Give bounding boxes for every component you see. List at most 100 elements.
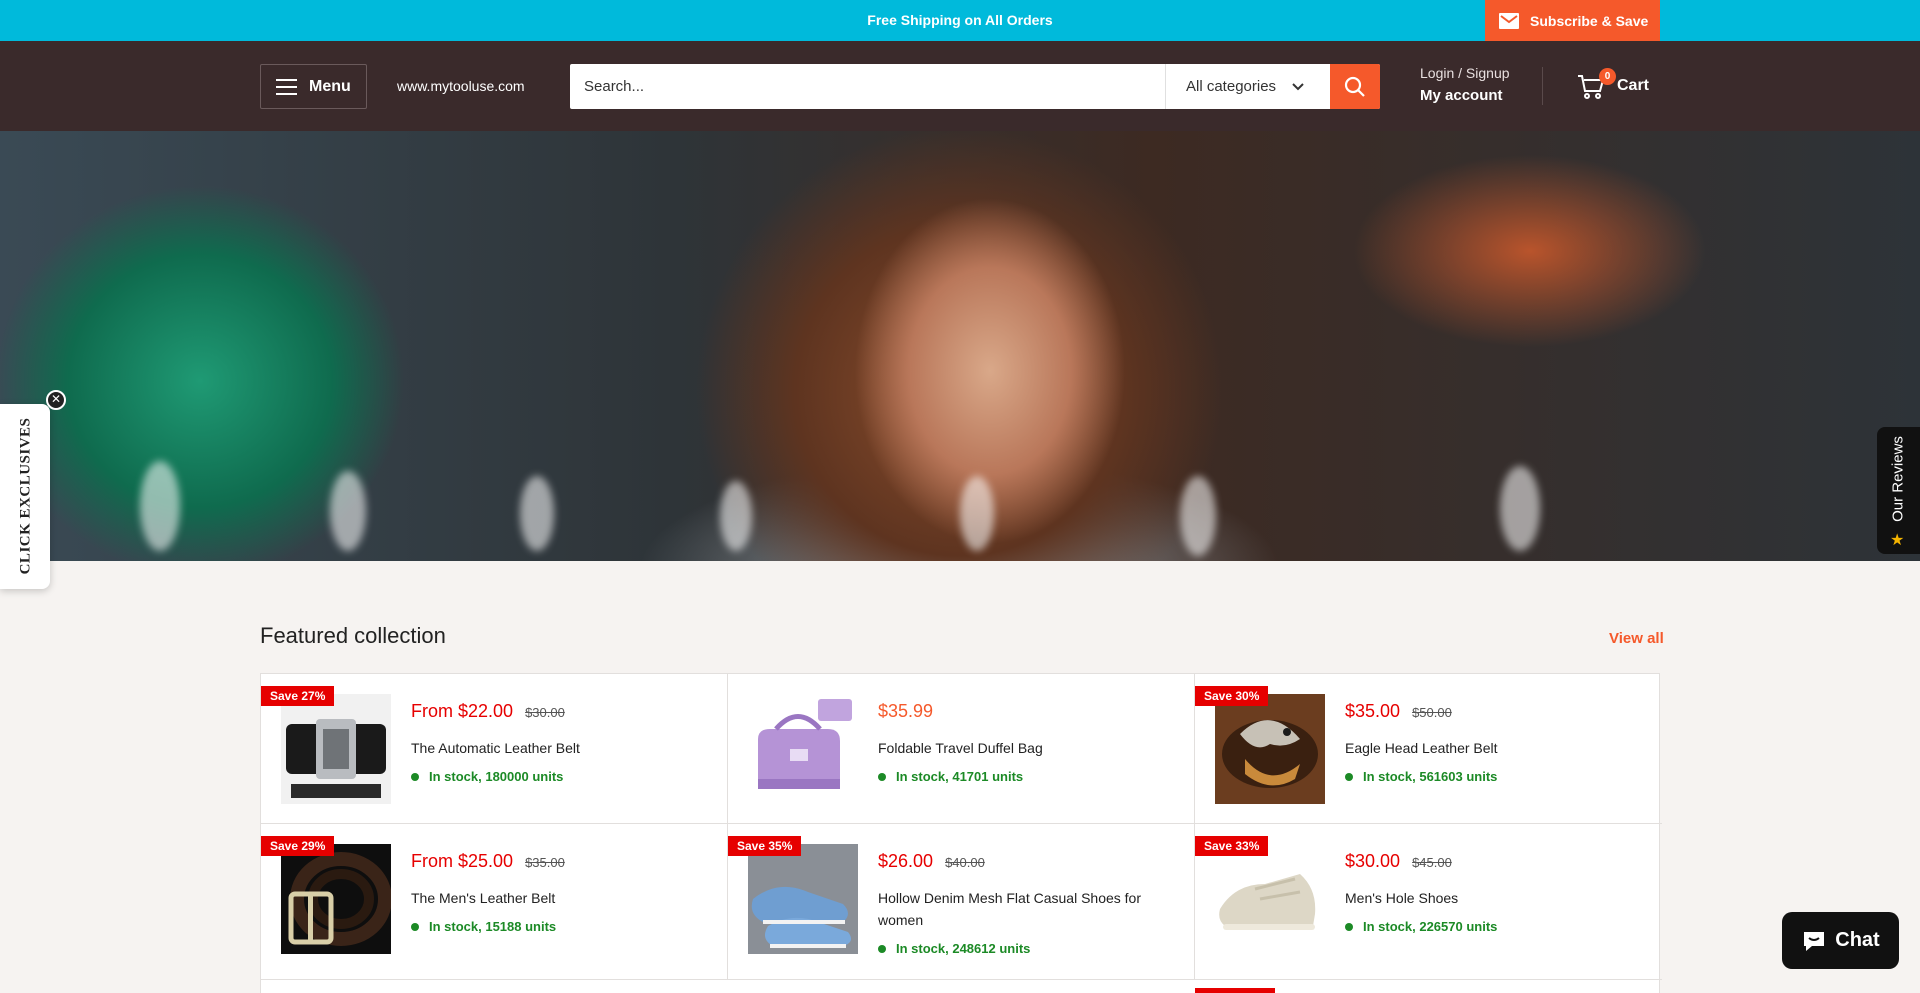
- save-badge: Save 27%: [261, 686, 335, 706]
- site-logo-text[interactable]: www.mytooluse.com: [397, 41, 525, 131]
- stock-text: In stock, 226570 units: [1363, 919, 1498, 934]
- star-icon: ★: [1890, 532, 1905, 549]
- hole-shoes-image[interactable]: [1215, 844, 1325, 954]
- product-card[interactable]: $35.99 Foldable Travel Duffel Bag In sto…: [728, 674, 1195, 824]
- compare-price: $40.00: [945, 855, 985, 870]
- subscribe-button[interactable]: Subscribe & Save: [1485, 0, 1660, 41]
- stock-status: In stock, 226570 units: [1345, 919, 1497, 934]
- chat-label: Chat: [1835, 929, 1880, 951]
- product-card[interactable]: Save 35% $26.00 $40.00 Hollow Denim Mesh…: [728, 824, 1195, 980]
- search-input[interactable]: [570, 64, 1165, 109]
- our-reviews-label: Our Reviews: [1889, 436, 1907, 522]
- my-account-label: My account: [1420, 87, 1503, 104]
- stock-dot-icon: [411, 922, 419, 931]
- product-name[interactable]: The Automatic Leather Belt: [411, 737, 711, 759]
- product-name[interactable]: Eagle Head Leather Belt: [1345, 737, 1645, 759]
- stock-status: In stock, 15188 units: [411, 919, 556, 934]
- sale-price: From $22.00: [411, 701, 514, 721]
- stock-text: In stock, 180000 units: [429, 769, 564, 784]
- product-card[interactable]: Save 29% From $25.00 $35.00 The Men's Le…: [261, 824, 728, 980]
- product-name[interactable]: The Men's Leather Belt: [411, 887, 711, 909]
- stock-dot-icon: [411, 772, 419, 781]
- price-row: $30.00 $45.00: [1345, 851, 1452, 872]
- product-name[interactable]: Hollow Denim Mesh Flat Casual Shoes for …: [878, 887, 1178, 931]
- sale-price: $26.00: [878, 851, 934, 871]
- stock-status: In stock, 248612 units: [878, 941, 1030, 956]
- chevron-down-icon: [1292, 82, 1304, 90]
- stock-text: In stock, 41701 units: [896, 769, 1024, 784]
- save-badge: Save 33%: [1195, 836, 1269, 856]
- search-button[interactable]: [1330, 64, 1380, 109]
- duffel-bag-image[interactable]: [748, 694, 858, 804]
- header-divider: [1542, 67, 1543, 105]
- stock-text: In stock, 248612 units: [896, 941, 1031, 956]
- menu-button[interactable]: Menu: [260, 64, 367, 109]
- hero-banner-image[interactable]: [0, 131, 1920, 561]
- chat-bubble-icon: [1804, 931, 1825, 951]
- account-link[interactable]: Login / Signup My account: [1420, 65, 1510, 104]
- search-icon: [1344, 76, 1365, 97]
- price-row: $35.99: [878, 701, 933, 722]
- hero-bokeh: [140, 461, 180, 551]
- mail-icon: [1499, 12, 1519, 29]
- save-badge: Save 29%: [261, 836, 335, 856]
- price-row: From $22.00 $30.00: [411, 701, 565, 722]
- stock-dot-icon: [878, 772, 886, 781]
- sale-price: $30.00: [1345, 851, 1401, 871]
- stock-dot-icon: [1345, 772, 1353, 781]
- price-row: $26.00 $40.00: [878, 851, 985, 872]
- compare-price: $35.00: [525, 855, 565, 870]
- chat-button[interactable]: Chat: [1782, 912, 1899, 969]
- price-row: From $25.00 $35.00: [411, 851, 565, 872]
- save-badge: Save 35%: [728, 836, 802, 856]
- price: $35.99: [878, 701, 934, 721]
- stock-dot-icon: [1345, 922, 1353, 931]
- save-badge: [1195, 988, 1275, 993]
- category-select[interactable]: All categories: [1165, 64, 1330, 109]
- login-signup-label: Login / Signup: [1420, 65, 1510, 81]
- product-name[interactable]: Foldable Travel Duffel Bag: [878, 737, 1178, 759]
- cart-button[interactable]: 0 Cart: [1577, 68, 1649, 104]
- hero-bokeh: [720, 481, 752, 551]
- product-card[interactable]: Save 27% From $22.00 $30.00 The Automati…: [261, 674, 728, 824]
- close-icon[interactable]: ✕: [46, 390, 66, 410]
- hero-bokeh: [960, 476, 994, 551]
- cart-count-badge: 0: [1599, 68, 1616, 85]
- section-title: Featured collection: [260, 623, 446, 648]
- product-card[interactable]: Save 33% $30.00 $45.00 Men's Hole Shoes …: [1195, 824, 1662, 980]
- site-header: Menu www.mytooluse.com All categories Lo…: [0, 41, 1920, 131]
- product-name[interactable]: Men's Hole Shoes: [1345, 887, 1645, 909]
- our-reviews-tab[interactable]: Our Reviews ★: [1877, 427, 1920, 554]
- menu-label: Menu: [309, 77, 351, 95]
- hamburger-icon: [276, 78, 297, 95]
- price-row: $35.00 $50.00: [1345, 701, 1452, 722]
- product-card[interactable]: [1195, 980, 1662, 993]
- click-exclusives-label: CLICK EXCLUSIVES: [17, 417, 34, 575]
- stock-status: In stock, 41701 units: [878, 769, 1023, 784]
- compare-price: $30.00: [525, 705, 565, 720]
- stock-text: In stock, 15188 units: [429, 919, 557, 934]
- announcement-bar: Free Shipping on All Orders Subscribe & …: [0, 0, 1920, 41]
- hero-bokeh: [520, 476, 554, 551]
- product-card[interactable]: Save 30% $35.00 $50.00 Eagle Head Leathe…: [1195, 674, 1662, 824]
- subscribe-label: Subscribe & Save: [1530, 12, 1649, 29]
- compare-price: $50.00: [1412, 705, 1452, 720]
- category-label: All categories: [1186, 78, 1277, 95]
- save-badge: Save 30%: [1195, 686, 1269, 706]
- belt-automatic-image[interactable]: [281, 694, 391, 804]
- hero-bokeh: [330, 471, 366, 551]
- sale-price: $35.00: [1345, 701, 1401, 721]
- stock-text: In stock, 561603 units: [1363, 769, 1498, 784]
- search-bar: All categories: [570, 64, 1380, 109]
- denim-shoes-image[interactable]: [748, 844, 858, 954]
- cart-icon-wrap: 0: [1577, 68, 1616, 101]
- hero-bokeh: [1180, 476, 1216, 556]
- product-grid: Save 27% From $22.00 $30.00 The Automati…: [260, 673, 1662, 993]
- compare-price: $45.00: [1412, 855, 1452, 870]
- view-all-link[interactable]: View all: [1609, 630, 1664, 647]
- sale-price: From $25.00: [411, 851, 514, 871]
- eagle-belt-image[interactable]: [1215, 694, 1325, 804]
- stock-dot-icon: [878, 944, 886, 953]
- leather-belt-image[interactable]: [281, 844, 392, 954]
- click-exclusives-tab[interactable]: CLICK EXCLUSIVES: [0, 404, 50, 589]
